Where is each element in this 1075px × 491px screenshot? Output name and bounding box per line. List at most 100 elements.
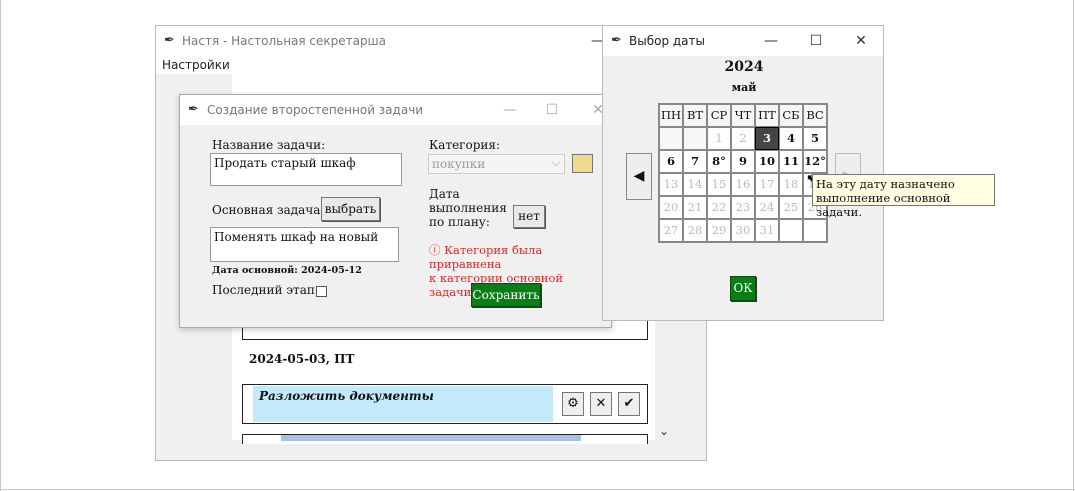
calendar-day[interactable]: 10	[756, 151, 778, 172]
calendar-month: май	[731, 81, 757, 94]
task-name-field[interactable]: Продать старый шкаф	[210, 153, 402, 186]
due-date-label-2: выполнения	[429, 201, 507, 215]
screen-border-bottom	[0, 489, 1075, 490]
calendar-day[interactable]: 29	[708, 220, 730, 241]
subtask-dialog: ✒ Создание второстепенной задачи — ☐ ✕ Н…	[179, 94, 612, 328]
feather-icon: ✒	[611, 33, 622, 48]
calendar-day[interactable]: 8°	[708, 151, 730, 172]
datepicker-titlebar: ✒ Выбор даты — ☐ ✕	[603, 26, 883, 56]
calendar-day-selected[interactable]: 3	[755, 127, 779, 150]
tooltip-line-2: выполнение основной задачи.	[816, 191, 951, 219]
calendar-day[interactable]: 27	[660, 220, 682, 241]
weekday-header: ПТ	[756, 105, 778, 126]
category-color-swatch[interactable]	[572, 154, 593, 173]
chevron-down-icon[interactable]: ⌄	[659, 424, 669, 438]
task-card: Разложить документы ⚙ ✕ ✔	[242, 384, 648, 424]
calendar-day[interactable]: 15	[708, 174, 730, 195]
minimize-button[interactable]: —	[757, 30, 785, 52]
calendar-day[interactable]: 18	[780, 174, 802, 195]
main-window-title: Настя - Настольная секретарша	[182, 34, 386, 48]
task-body-partial[interactable]	[281, 435, 581, 441]
calendar-day[interactable]: 13	[660, 174, 682, 195]
calendar-day[interactable]: 7	[684, 151, 706, 172]
weekday-header: СБ	[780, 105, 802, 126]
main-task-date: Дата основной: 2024-05-12	[212, 265, 362, 276]
task-body[interactable]: Разложить документы	[253, 386, 553, 422]
main-task-field[interactable]: Поменять шкаф на новый	[210, 227, 399, 262]
feather-icon: ✒	[188, 102, 199, 117]
due-date-button[interactable]: нет	[513, 205, 545, 228]
screen-border-left	[0, 0, 1, 491]
due-date-label-1: Дата	[429, 187, 460, 201]
last-stage-checkbox[interactable]	[316, 286, 327, 297]
task-delete-button[interactable]: ✕	[590, 392, 612, 416]
screen-border-right	[1073, 0, 1074, 491]
calendar-day[interactable]: 9	[732, 151, 754, 172]
weekday-header: ВТ	[684, 105, 706, 126]
calendar-day[interactable]: 16	[732, 174, 754, 195]
gear-icon: ⚙	[567, 396, 579, 411]
calendar-day[interactable]: 17	[756, 174, 778, 195]
calendar-day[interactable]: 4	[780, 128, 802, 149]
calendar-day[interactable]: 2	[732, 128, 754, 149]
tooltip-line-1: На эту дату назначено	[816, 177, 955, 191]
main-task-label: Основная задача:	[212, 203, 325, 217]
calendar-day-main-task[interactable]: 12°	[804, 151, 826, 172]
task-title: Разложить документы	[259, 389, 434, 403]
calendar-grid: ПН ВТ СР ЧТ ПТ СБ ВС 1 2 3 4 5 6 7 8° 9 …	[658, 103, 828, 243]
due-date-label-3: по плану:	[429, 215, 490, 229]
calendar-day[interactable]: 31	[756, 220, 778, 241]
calendar-day-empty	[684, 128, 706, 149]
minimize-button[interactable]: —	[496, 99, 524, 121]
calendar-day[interactable]: 11	[780, 151, 802, 172]
calendar-day[interactable]: 28	[684, 220, 706, 241]
task-name-label: Название задачи:	[212, 138, 326, 152]
save-button[interactable]: Сохранить	[471, 283, 541, 307]
calendar-day[interactable]: 23	[732, 197, 754, 218]
category-select[interactable]: покупки ⌵	[428, 154, 565, 174]
calendar-day[interactable]: 6	[660, 151, 682, 172]
category-label: Категория:	[429, 138, 500, 152]
task-done-button[interactable]: ✔	[618, 392, 640, 416]
chevron-down-icon: ⌵	[551, 156, 560, 169]
calendar-day[interactable]: 20	[660, 197, 682, 218]
maximize-button[interactable]: ☐	[802, 30, 830, 52]
calendar-day-empty	[804, 220, 826, 241]
prev-month-button[interactable]: ◀	[626, 153, 652, 200]
date-header: 2024-05-03, ПТ	[249, 352, 355, 366]
datepicker-title: Выбор даты	[629, 34, 705, 48]
dialog-titlebar: ✒ Создание второстепенной задачи — ☐ ✕	[180, 95, 611, 125]
weekday-header: СР	[708, 105, 730, 126]
calendar-day-empty	[660, 128, 682, 149]
date-tooltip: На эту дату назначено выполнение основно…	[812, 174, 995, 219]
arrow-left-icon: ◀	[633, 168, 645, 184]
dialog-title: Создание второстепенной задачи	[207, 103, 424, 117]
close-button[interactable]: ✕	[847, 30, 875, 52]
maximize-button[interactable]: ☐	[538, 99, 566, 121]
calendar-day[interactable]: 30	[732, 220, 754, 241]
calendar-day[interactable]: 24	[756, 197, 778, 218]
calendar-day[interactable]: 5	[804, 128, 826, 149]
task-card-next	[242, 434, 648, 444]
choose-main-task-button[interactable]: выбрать	[321, 197, 380, 221]
menu-settings[interactable]: Настройки	[162, 58, 230, 72]
calendar-day[interactable]: 14	[684, 174, 706, 195]
weekday-header: ЧТ	[732, 105, 754, 126]
calendar-day[interactable]: 22	[708, 197, 730, 218]
feather-icon: ✒	[164, 33, 175, 48]
calendar-year: 2024	[724, 59, 764, 75]
check-icon: ✔	[623, 396, 635, 411]
task-settings-button[interactable]: ⚙	[562, 392, 584, 416]
weekday-header: ВС	[804, 105, 826, 126]
category-value: покупки	[432, 157, 486, 171]
datepicker-window: ✒ Выбор даты — ☐ ✕ 2024 май ◀ ▶ ПН ВТ СР…	[602, 25, 884, 321]
calendar-day[interactable]: 21	[684, 197, 706, 218]
close-icon: ✕	[595, 396, 607, 411]
weekday-header: ПН	[660, 105, 682, 126]
calendar-day-empty	[780, 220, 802, 241]
last-stage-label: Последний этап:	[212, 283, 319, 297]
calendar-day[interactable]: 1	[708, 128, 730, 149]
warning-line-1: ⓘ Категория была приравнена	[429, 243, 543, 271]
ok-button[interactable]: ОК	[730, 276, 756, 301]
calendar-day[interactable]: 25	[780, 197, 802, 218]
